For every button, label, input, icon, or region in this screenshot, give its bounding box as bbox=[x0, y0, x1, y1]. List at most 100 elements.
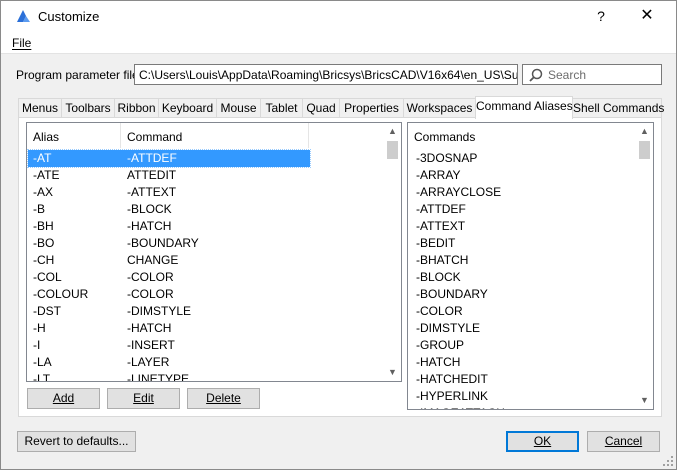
command-list-item[interactable]: -BOUNDARY bbox=[409, 286, 637, 303]
alias-row[interactable]: -AT -ATTDEF bbox=[27, 149, 311, 168]
command-item-label: -ARRAYCLOSE bbox=[416, 185, 502, 199]
customize-dialog: Customize ? ✕ File Program parameter fil… bbox=[0, 0, 677, 470]
alias-row[interactable]: -CH CHANGE bbox=[28, 252, 310, 269]
alias-cell: -COLOUR bbox=[33, 287, 89, 301]
scroll-up-arrow-icon[interactable]: ▲ bbox=[384, 123, 401, 140]
alias-row[interactable]: -COL -COLOR bbox=[28, 269, 310, 286]
alias-row[interactable]: -ATE ATTEDIT bbox=[28, 167, 310, 184]
command-list-item[interactable]: -ARRAY bbox=[409, 167, 637, 184]
tab-workspaces[interactable]: Workspaces bbox=[403, 98, 476, 118]
alias-row[interactable]: -COLOUR -COLOR bbox=[28, 286, 310, 303]
command-item-label: -HATCH bbox=[416, 355, 461, 369]
alias-row[interactable]: -BH -HATCH bbox=[28, 218, 310, 235]
command-list-item[interactable]: -3DOSNAP bbox=[409, 150, 637, 167]
alias-cell: -I bbox=[33, 338, 41, 352]
commands-list-scrollbar[interactable]: ▲ ▼ bbox=[636, 123, 653, 409]
close-button[interactable]: ✕ bbox=[637, 6, 657, 26]
alias-row[interactable]: -B -BLOCK bbox=[28, 201, 310, 218]
scroll-down-arrow-icon[interactable]: ▼ bbox=[636, 392, 653, 409]
command-cell: -HATCH bbox=[127, 219, 172, 233]
search-placeholder: Search bbox=[548, 68, 587, 82]
command-cell: ATTEDIT bbox=[127, 168, 177, 182]
alias-row[interactable]: -LT -LINETYPE bbox=[28, 371, 310, 382]
command-item-label: -HATCHEDIT bbox=[416, 372, 488, 386]
alias-cell: -AT bbox=[33, 151, 52, 165]
tab-ribbon[interactable]: Ribbon bbox=[114, 98, 159, 118]
add-button[interactable]: Add bbox=[27, 388, 100, 409]
edit-button[interactable]: Edit bbox=[107, 388, 180, 409]
scroll-thumb[interactable] bbox=[639, 141, 650, 159]
alias-list-scrollbar[interactable]: ▲ ▼ bbox=[384, 123, 401, 381]
search-input[interactable]: Search bbox=[522, 64, 662, 85]
alias-cell: -LT bbox=[33, 372, 51, 382]
command-item-label: -3DOSNAP bbox=[416, 151, 478, 165]
alias-cell: -BH bbox=[33, 219, 54, 233]
command-cell: -ATTEXT bbox=[127, 185, 177, 199]
command-item-label: -COLOR bbox=[416, 304, 463, 318]
command-list-item[interactable]: -ARRAYCLOSE bbox=[409, 184, 637, 201]
tab-properties[interactable]: Properties bbox=[339, 98, 404, 118]
alias-cell: -H bbox=[33, 321, 46, 335]
alias-cell: -LA bbox=[33, 355, 52, 369]
command-list-item[interactable]: -ATTEXT bbox=[409, 218, 637, 235]
command-list-item[interactable]: -GROUP bbox=[409, 337, 637, 354]
menu-file[interactable]: File bbox=[12, 36, 31, 50]
resize-grip-icon[interactable] bbox=[662, 455, 674, 467]
command-item-label: -BHATCH bbox=[416, 253, 469, 267]
command-item-label: -BEDIT bbox=[416, 236, 456, 250]
tab-shell-commands[interactable]: Shell Commands bbox=[572, 98, 664, 118]
command-cell: -LINETYPE bbox=[127, 372, 190, 382]
alias-row[interactable]: -I -INSERT bbox=[28, 337, 310, 354]
command-cell: -COLOR bbox=[127, 270, 174, 284]
command-list-item[interactable]: -HATCHEDIT bbox=[409, 371, 637, 388]
alias-row[interactable]: -LA -LAYER bbox=[28, 354, 310, 371]
command-list-item[interactable]: -BLOCK bbox=[409, 269, 637, 286]
alias-row[interactable]: -H -HATCH bbox=[28, 320, 310, 337]
command-list-item[interactable]: -ATTDEF bbox=[409, 201, 637, 218]
parameter-file-field[interactable]: C:\Users\Louis\AppData\Roaming\Bricsys\B… bbox=[134, 64, 518, 85]
tab-keyboard[interactable]: Keyboard bbox=[158, 98, 217, 118]
command-item-label: -ATTEXT bbox=[416, 219, 466, 233]
command-list-item[interactable]: -COLOR bbox=[409, 303, 637, 320]
scroll-up-arrow-icon[interactable]: ▲ bbox=[636, 123, 653, 140]
alias-cell: -BO bbox=[33, 236, 55, 250]
alias-cell: -AX bbox=[33, 185, 54, 199]
tab-menus[interactable]: Menus bbox=[18, 98, 62, 118]
command-item-label: -DIMSTYLE bbox=[416, 321, 481, 335]
command-list-item[interactable]: -IMAGEATTACH bbox=[409, 405, 637, 409]
help-button[interactable]: ? bbox=[591, 6, 611, 26]
title-bar: Customize ? ✕ bbox=[1, 1, 676, 32]
alias-row[interactable]: -BO -BOUNDARY bbox=[28, 235, 310, 252]
commands-header: Commands bbox=[408, 123, 637, 148]
commands-list[interactable]: Commands -3DOSNAP -ARRAY -ARRAYCLOSE -ATTDE… bbox=[407, 122, 654, 410]
alias-row[interactable]: -DST -DIMSTYLE bbox=[28, 303, 310, 320]
command-list-item[interactable]: -BHATCH bbox=[409, 252, 637, 269]
scroll-thumb[interactable] bbox=[387, 141, 398, 159]
tab-tablet[interactable]: Tablet bbox=[260, 98, 303, 118]
scroll-down-arrow-icon[interactable]: ▼ bbox=[384, 364, 401, 381]
command-cell: -BLOCK bbox=[127, 202, 172, 216]
alias-row[interactable]: -AX -ATTEXT bbox=[28, 184, 310, 201]
command-column-header[interactable]: Command bbox=[121, 123, 309, 148]
command-list-item[interactable]: -HYPERLINK bbox=[409, 388, 637, 405]
command-cell: -COLOR bbox=[127, 287, 174, 301]
command-item-label: -ATTDEF bbox=[416, 202, 466, 216]
command-list-item[interactable]: -DIMSTYLE bbox=[409, 320, 637, 337]
command-list-item[interactable]: -BEDIT bbox=[409, 235, 637, 252]
command-cell: CHANGE bbox=[127, 253, 179, 267]
command-cell: -DIMSTYLE bbox=[127, 304, 192, 318]
command-list-item[interactable]: -HATCH bbox=[409, 354, 637, 371]
tab-mouse[interactable]: Mouse bbox=[216, 98, 261, 118]
ok-button[interactable]: OK bbox=[506, 431, 579, 452]
command-item-label: -ARRAY bbox=[416, 168, 461, 182]
cancel-button[interactable]: Cancel bbox=[587, 431, 660, 452]
delete-button[interactable]: Delete bbox=[187, 388, 260, 409]
revert-to-defaults-button[interactable]: Revert to defaults... bbox=[17, 431, 136, 452]
parameter-file-label: Program parameter file: bbox=[16, 68, 143, 82]
tab-quad[interactable]: Quad bbox=[302, 98, 340, 118]
tab-command-aliases[interactable]: Command Aliases bbox=[475, 96, 573, 119]
alias-column-header[interactable]: Alias bbox=[27, 123, 121, 148]
alias-cell: -CH bbox=[33, 253, 55, 267]
tab-toolbars[interactable]: Toolbars bbox=[61, 98, 115, 118]
alias-list[interactable]: Alias Command -AT -ATTDEF -ATE ATTEDIT -AX -A… bbox=[26, 122, 402, 382]
